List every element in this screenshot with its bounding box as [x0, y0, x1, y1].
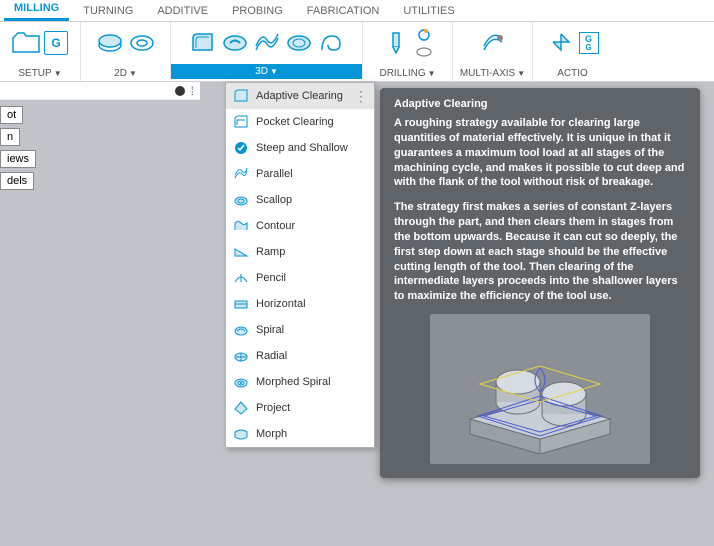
generate-icon[interactable] [547, 29, 575, 57]
ribbon-group-3d: 3D▼ [170, 22, 362, 81]
menu-item-label: Horizontal [256, 298, 306, 310]
drilling-label[interactable]: DRILLING▼ [379, 68, 435, 79]
ribbon: G SETUP▼ 2D▼ 3D▼ DRILLING▼ [0, 22, 714, 82]
project-icon [232, 399, 250, 417]
menu-item-morphed[interactable]: Morphed Spiral [226, 369, 374, 395]
radial-icon [232, 347, 250, 365]
ribbon-group-actions: GG ACTIO [532, 22, 612, 81]
multiaxis-label[interactable]: MULTI-AXIS▼ [460, 68, 525, 79]
tab-fabrication[interactable]: FABRICATION [297, 2, 390, 21]
menu-item-label: Radial [256, 350, 287, 362]
3d-dropdown-menu: Adaptive Clearing⋮ Pocket Clearing Steep a… [225, 82, 375, 448]
browser-panel: ⁞ [0, 82, 200, 100]
menu-item-spiral[interactable]: Spiral [226, 317, 374, 343]
pencil-icon [232, 269, 250, 287]
menu-item-adaptive[interactable]: Adaptive Clearing⋮ [226, 83, 374, 109]
ribbon-group-drilling: DRILLING▼ [362, 22, 452, 81]
collapse-icon[interactable] [175, 86, 185, 96]
thread-icon[interactable] [414, 44, 434, 60]
contour-icon [232, 217, 250, 235]
menu-item-horizontal[interactable]: Horizontal [226, 291, 374, 317]
actions-label[interactable]: ACTIO [557, 68, 588, 79]
menu-item-steep[interactable]: Steep and Shallow [226, 135, 374, 161]
browser-item[interactable]: ot [0, 106, 23, 124]
ramp-icon [232, 243, 250, 261]
2d-label[interactable]: 2D▼ [114, 68, 137, 79]
menu-item-label: Morph [256, 428, 287, 440]
browser-item[interactable]: n [0, 128, 20, 146]
drill-icon[interactable] [382, 29, 410, 57]
menu-item-parallel[interactable]: Parallel [226, 161, 374, 187]
menu-item-label: Scallop [256, 194, 292, 206]
menu-item-label: Contour [256, 220, 295, 232]
morph-icon [232, 425, 250, 443]
morphed-icon [232, 373, 250, 391]
tooltip-paragraph: The strategy first makes a series of con… [394, 200, 686, 304]
tab-milling[interactable]: MILLING [4, 0, 69, 21]
pocket-icon [232, 113, 250, 131]
browser-item[interactable]: iews [0, 150, 36, 168]
main-tab-row: MILLING TURNING ADDITIVE PROBING FABRICA… [0, 0, 714, 22]
folder-icon[interactable] [12, 29, 40, 57]
menu-item-label: Spiral [256, 324, 284, 336]
adaptive-icon[interactable] [189, 29, 217, 57]
tab-turning[interactable]: TURNING [73, 2, 143, 21]
menu-item-radial[interactable]: Radial [226, 343, 374, 369]
hole-icon[interactable] [414, 27, 434, 43]
post-icon[interactable]: GG [579, 32, 599, 54]
menu-item-morph[interactable]: Morph [226, 421, 374, 447]
menu-item-scallop[interactable]: Scallop [226, 187, 374, 213]
gcode-icon[interactable]: G [44, 31, 68, 55]
menu-item-label: Project [256, 402, 290, 414]
parallel-icon[interactable] [253, 29, 281, 57]
menu-item-label: Pocket Clearing [256, 116, 334, 128]
expand-icon[interactable]: ⁞ [191, 84, 194, 98]
horizontal-icon [232, 295, 250, 313]
spiral-icon[interactable] [317, 29, 345, 57]
steep-icon [232, 139, 250, 157]
face-icon[interactable] [96, 29, 124, 57]
menu-item-project[interactable]: Project [226, 395, 374, 421]
menu-item-ramp[interactable]: Ramp [226, 239, 374, 265]
ribbon-group-setup: G SETUP▼ [0, 22, 80, 81]
spiral-icon [232, 321, 250, 339]
menu-item-label: Adaptive Clearing [256, 90, 343, 102]
tab-utilities[interactable]: UTILITIES [393, 2, 464, 21]
tab-additive[interactable]: ADDITIVE [147, 2, 218, 21]
tooltip-panel: Adaptive Clearing A roughing strategy av… [380, 88, 700, 478]
swarf-icon[interactable] [479, 29, 507, 57]
pocket3d-icon[interactable] [221, 29, 249, 57]
contour2d-icon[interactable] [128, 29, 156, 57]
ribbon-group-multiaxis: MULTI-AXIS▼ [452, 22, 532, 81]
parallel-icon [232, 165, 250, 183]
menu-item-label: Parallel [256, 168, 293, 180]
browser-header: ⁞ [0, 82, 200, 100]
browser-tree: ot n iews dels [0, 104, 36, 192]
menu-item-label: Morphed Spiral [256, 376, 331, 388]
browser-item[interactable]: dels [0, 172, 34, 190]
scallop-icon [232, 191, 250, 209]
menu-item-label: Steep and Shallow [256, 142, 348, 154]
tooltip-illustration [430, 314, 650, 464]
3d-label[interactable]: 3D▼ [171, 64, 362, 79]
menu-item-pencil[interactable]: Pencil [226, 265, 374, 291]
tab-probing[interactable]: PROBING [222, 2, 293, 21]
tooltip-title: Adaptive Clearing [394, 98, 686, 110]
scallop-icon[interactable] [285, 29, 313, 57]
menu-item-pocket[interactable]: Pocket Clearing [226, 109, 374, 135]
setup-label[interactable]: SETUP▼ [18, 68, 61, 79]
menu-item-label: Pencil [256, 272, 286, 284]
ribbon-group-2d: 2D▼ [80, 22, 170, 81]
adaptive-icon [232, 87, 250, 105]
menu-item-label: Ramp [256, 246, 285, 258]
menu-item-contour[interactable]: Contour [226, 213, 374, 239]
tooltip-paragraph: A roughing strategy available for cleari… [394, 116, 686, 190]
